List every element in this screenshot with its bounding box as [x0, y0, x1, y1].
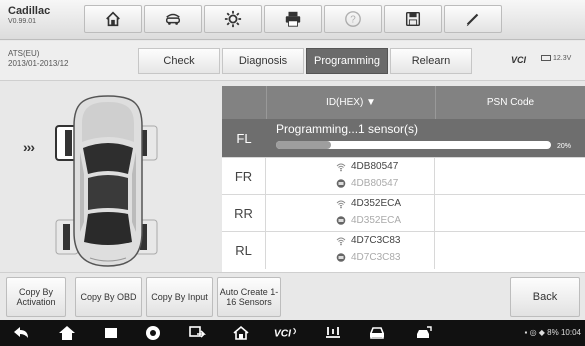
car-service-icon — [417, 326, 432, 338]
battery-voltage: 12.3V — [541, 55, 571, 62]
tpms-icon — [326, 327, 340, 338]
tab-diagnosis[interactable]: Diagnosis — [222, 48, 304, 74]
copy-by-obd-button[interactable]: Copy By OBD — [75, 277, 142, 317]
column-id-hex[interactable]: ID(HEX) ▼ — [266, 86, 435, 119]
sensor-id-obd: 4D7C3C83 — [351, 252, 401, 263]
battery-icon — [541, 55, 551, 62]
print-icon — [285, 11, 301, 27]
wheel-label: RR — [222, 195, 266, 232]
column-psn-code: PSN Code — [435, 86, 585, 119]
vehicle-info: Cadillac V0.99.01 — [8, 5, 50, 25]
sensor-id: 4DB80547 — [351, 161, 399, 172]
nav-workshop-button[interactable] — [412, 323, 436, 343]
progress-fill — [276, 141, 331, 149]
sensor-id-cell: 4D7C3C83 4D7C3C83 — [266, 232, 435, 269]
system-status: ▪ ◎ ◆ 8% 10:04 — [525, 328, 581, 337]
vehicle-model: ATS(EU) 2013/01-2013/12 — [8, 49, 69, 69]
model-years: 2013/01-2013/12 — [8, 59, 69, 68]
sensor-id-obd: 4DB80547 — [351, 178, 399, 189]
save-button[interactable] — [384, 5, 442, 33]
copy-by-input-button[interactable]: Copy By Input — [146, 277, 213, 317]
car-icon — [370, 327, 384, 339]
vci-status: VCI — [511, 55, 527, 65]
notification-icons: ▪ ◎ ◆ — [524, 328, 545, 337]
home-button[interactable] — [84, 5, 142, 33]
vci-icon: VCI — [274, 327, 296, 340]
wheel-label: FL — [236, 130, 252, 146]
model-name: ATS(EU) — [8, 49, 40, 58]
wireless-signal-icon — [336, 200, 346, 209]
obd-chip-icon — [336, 216, 346, 225]
function-tab-bar: ATS(EU) 2013/01-2013/12 Check Diagnosis … — [0, 41, 585, 81]
table-row-fl[interactable]: FL Programming...1 sensor(s) 20% — [222, 119, 585, 157]
back-button[interactable]: Back — [510, 277, 580, 317]
recent-apps-icon — [105, 328, 117, 338]
nav-back-button[interactable] — [10, 323, 32, 343]
app-home-icon — [233, 325, 249, 340]
car-top-view — [55, 95, 158, 267]
table-row-fr[interactable]: FR 4DB80547 4DB80547 — [222, 157, 585, 195]
home-icon — [106, 11, 120, 27]
help-icon: ? — [345, 11, 361, 27]
vehicle-swap-icon — [165, 13, 181, 25]
switch-screen-icon — [189, 326, 206, 338]
table-row-rl[interactable]: RL 4D7C3C83 4D7C3C83 — [222, 231, 585, 269]
nav-switch-button[interactable] — [186, 323, 208, 343]
battery-percent: 8% — [547, 328, 559, 337]
browser-icon — [146, 326, 160, 340]
sensor-table: ID(HEX) ▼ PSN Code FL Programming...1 se… — [222, 86, 585, 272]
nav-browser-button[interactable] — [142, 323, 164, 343]
table-row-rr[interactable]: RR 4D352ECA 4D352ECA — [222, 194, 585, 232]
programming-status: Programming...1 sensor(s) — [276, 122, 419, 136]
wireless-signal-icon — [336, 163, 346, 172]
tab-programming[interactable]: Programming — [306, 48, 388, 74]
wheel-label: FR — [222, 158, 266, 195]
bottom-button-bar: Copy By Activation Copy By OBD Copy By I… — [0, 272, 585, 320]
tab-check[interactable]: Check — [138, 48, 220, 74]
obd-chip-icon — [336, 253, 346, 262]
nav-recents-button[interactable] — [100, 323, 122, 343]
settings-icon — [224, 10, 242, 28]
nav-home-button[interactable] — [56, 323, 78, 343]
back-arrow-icon — [14, 327, 28, 338]
vehicle-name: Cadillac — [8, 5, 51, 17]
settings-button[interactable] — [204, 5, 262, 33]
sensor-id: 4D7C3C83 — [351, 235, 401, 246]
tab-relearn[interactable]: Relearn — [390, 48, 472, 74]
nav-vci-button[interactable]: VCI — [272, 323, 302, 343]
vehicle-diagram: ››› — [0, 82, 222, 272]
svg-text:?: ? — [350, 15, 356, 26]
nav-app-home-button[interactable] — [230, 323, 252, 343]
sensor-id-obd: 4D352ECA — [351, 215, 402, 226]
system-navigation-bar: VCI ▪ ◎ ◆ 8% 10:04 — [0, 320, 585, 346]
progress-bar — [276, 141, 551, 149]
edit-button[interactable] — [444, 5, 502, 33]
software-version: V0.99.01 — [8, 18, 37, 25]
home-icon — [59, 326, 75, 340]
top-toolbar: Cadillac V0.99.01 ? — [0, 0, 585, 40]
wireless-signal-icon — [336, 237, 346, 246]
table-header: ID(HEX) ▼ PSN Code — [222, 86, 585, 119]
vehicle-swap-button[interactable] — [144, 5, 202, 33]
sensor-id-cell: 4D352ECA 4D352ECA — [266, 195, 435, 232]
auto-create-sensors-button[interactable]: Auto Create 1-16 Sensors — [217, 277, 281, 317]
header-blank — [222, 86, 266, 119]
obd-chip-icon — [336, 179, 346, 188]
nav-car-button[interactable] — [366, 323, 388, 343]
progress-percent: 20% — [557, 143, 572, 150]
svg-text:VCI: VCI — [274, 329, 292, 340]
save-icon — [405, 11, 421, 27]
sensor-id-cell: 4DB80547 4DB80547 — [266, 158, 435, 195]
status-time: 10:04 — [560, 328, 581, 337]
sensor-id: 4D352ECA — [351, 198, 402, 209]
wheel-label: RL — [222, 232, 266, 269]
print-button[interactable] — [264, 5, 322, 33]
help-button[interactable]: ? — [324, 5, 382, 33]
nav-tpms-button[interactable] — [322, 323, 344, 343]
edit-icon — [466, 13, 479, 27]
copy-by-activation-button[interactable]: Copy By Activation — [6, 277, 66, 317]
battery-voltage-value: 12.3V — [553, 55, 572, 62]
